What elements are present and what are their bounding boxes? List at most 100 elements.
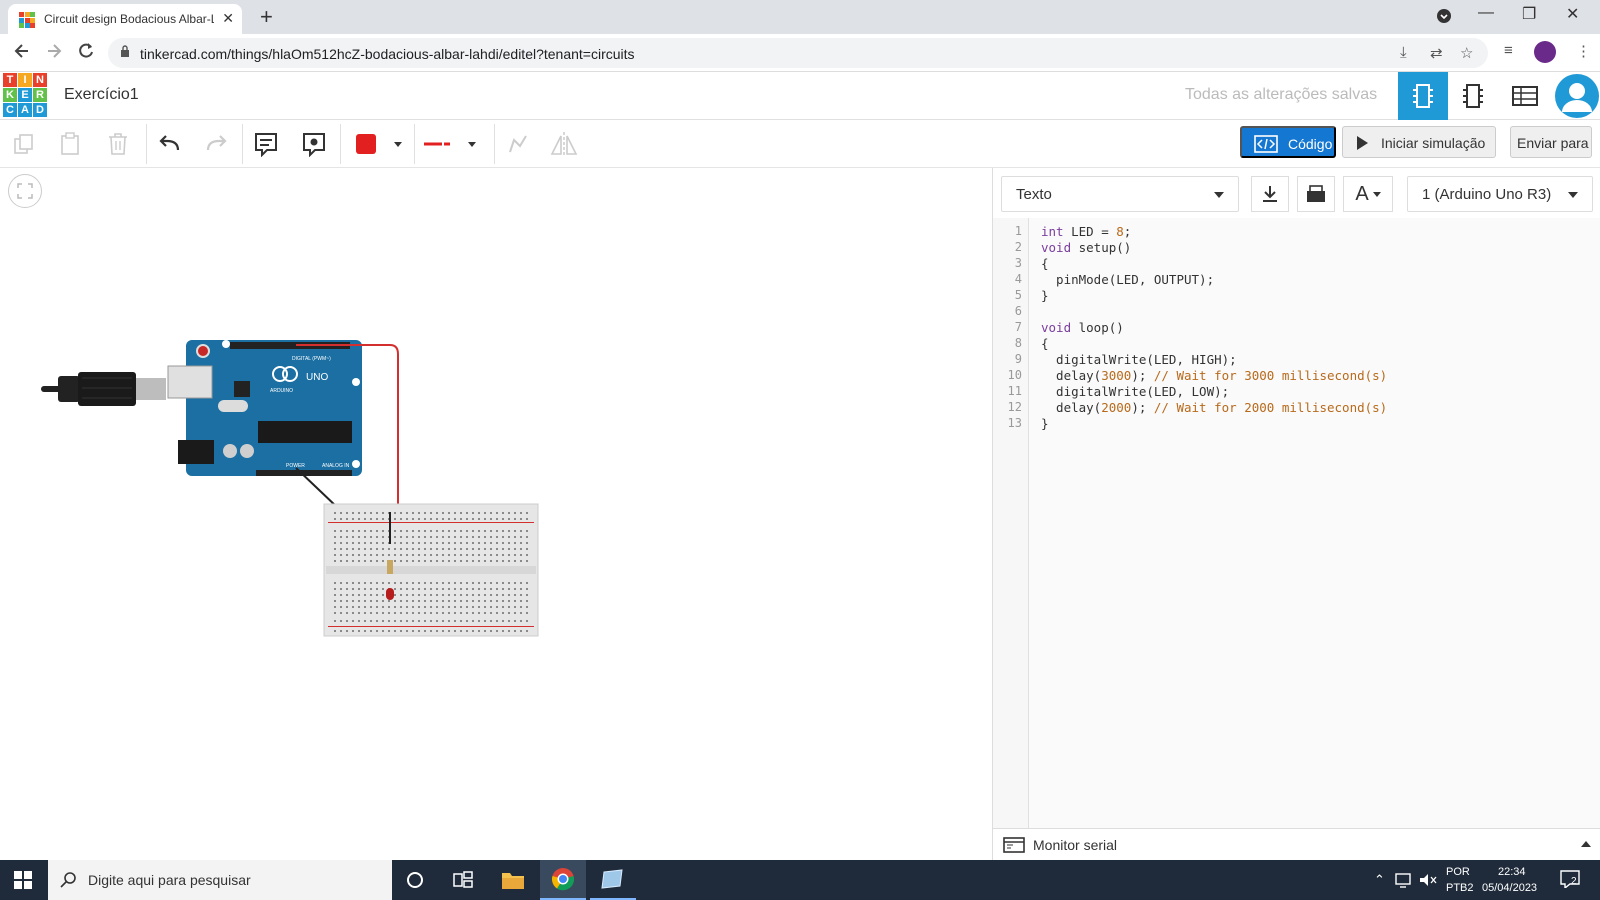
task-view-icon xyxy=(453,871,473,888)
clock-time[interactable]: 22:34 xyxy=(1498,866,1526,878)
windows-start-button[interactable] xyxy=(0,860,46,900)
cortana-button[interactable] xyxy=(392,860,438,900)
project-title[interactable]: Exercício1 xyxy=(64,86,139,104)
device-select[interactable]: 1 (Arduino Uno R3) xyxy=(1407,176,1593,212)
restore-icon[interactable]: ❐ xyxy=(1522,4,1536,24)
chevron-up-icon[interactable]: ⌃ xyxy=(1374,872,1385,888)
circuit-drawing: UNO ARDUINO DIGITAL (PWM~) POWER ANALOG … xyxy=(41,340,539,637)
circuit-view-button[interactable] xyxy=(1398,72,1448,120)
url-text: tinkercad.com/things/hlaOm512hcZ-bodacio… xyxy=(140,46,635,62)
rotate-icon xyxy=(509,135,527,153)
browser-navbar: tinkercad.com/things/hlaOm512hcZ-bodacio… xyxy=(0,34,1600,72)
code-token: pinMode(LED, OUTPUT); xyxy=(1041,272,1215,287)
schematic-view-button[interactable] xyxy=(1448,72,1498,120)
user-icon xyxy=(1555,74,1599,118)
line-number-gutter: 1 2 3 4 5 6 7 8 9 10 11 12 13 xyxy=(993,218,1029,828)
clock-date[interactable]: 05/04/2023 xyxy=(1482,882,1537,894)
redo-icon xyxy=(206,135,227,151)
note-icon xyxy=(255,133,277,157)
code-line: digitalWrite(LED, LOW); xyxy=(1041,384,1229,399)
arduino-uno-board[interactable]: UNO ARDUINO DIGITAL (PWM~) POWER ANALOG … xyxy=(167,340,362,476)
color-picker[interactable] xyxy=(352,132,406,156)
chrome-button[interactable] xyxy=(540,860,586,900)
language-indicator-top[interactable]: POR xyxy=(1446,866,1470,878)
circuit-canvas[interactable]: UNO ARDUINO DIGITAL (PWM~) POWER ANALOG … xyxy=(0,168,992,860)
start-simulation-button[interactable]: Iniciar simulação xyxy=(1342,126,1496,158)
profile-avatar[interactable] xyxy=(1534,41,1556,63)
bookmark-star-icon[interactable]: ☆ xyxy=(1460,44,1473,62)
led[interactable] xyxy=(386,588,394,600)
code-editor[interactable]: 1 2 3 4 5 6 7 8 9 10 11 12 13 int LED = 8; void setup… xyxy=(993,218,1600,828)
app-header: T I N K E R C A D Exercício1 Todas as al… xyxy=(0,72,1600,120)
notifications-button[interactable]: 2 xyxy=(1560,870,1580,893)
file-explorer-button[interactable] xyxy=(490,860,536,900)
chevron-down-icon xyxy=(394,142,402,147)
network-icon[interactable] xyxy=(1394,872,1414,888)
undo-button[interactable] xyxy=(154,128,186,160)
copy-button[interactable] xyxy=(8,128,40,160)
code-token: } xyxy=(1041,288,1049,303)
code-mode-select[interactable]: Texto xyxy=(1001,176,1239,212)
tab-search-icon[interactable] xyxy=(1436,8,1452,29)
tab-close-icon[interactable]: ✕ xyxy=(222,10,234,27)
line-number: 5 xyxy=(1014,288,1022,302)
delete-button[interactable] xyxy=(102,128,134,160)
line-number: 7 xyxy=(1014,320,1022,334)
install-icon[interactable]: ⤓ xyxy=(1400,44,1407,61)
code-line: delay(3000); // Wait for 3000 millisecon… xyxy=(1041,368,1387,383)
resistor[interactable] xyxy=(387,560,393,574)
usb-cable[interactable] xyxy=(41,372,166,406)
code-token: void xyxy=(1041,320,1072,335)
code-button[interactable]: Código xyxy=(1240,126,1336,158)
chevron-down-icon xyxy=(468,142,476,147)
font-size-button[interactable]: A xyxy=(1343,176,1393,212)
breadboard[interactable] xyxy=(323,503,539,637)
schematic-icon xyxy=(1463,84,1483,108)
back-icon[interactable] xyxy=(12,41,32,66)
volume-muted-icon[interactable] xyxy=(1418,872,1438,888)
analog-pins-label: ANALOG IN xyxy=(322,463,350,469)
taskbar-search-box[interactable]: Digite aqui para pesquisar xyxy=(48,860,392,900)
copy-icon xyxy=(14,134,33,154)
task-view-button[interactable] xyxy=(440,860,486,900)
address-bar[interactable]: tinkercad.com/things/hlaOm512hcZ-bodacio… xyxy=(108,38,1488,68)
code-token: // Wait for 2000 millisecond(s) xyxy=(1153,400,1388,415)
translate-icon[interactable]: ⇄ xyxy=(1430,44,1443,62)
download-icon xyxy=(1263,186,1277,202)
minimize-icon[interactable]: — xyxy=(1478,4,1494,22)
language-indicator-bottom[interactable]: PTB2 xyxy=(1446,882,1474,894)
flip-button[interactable] xyxy=(548,128,580,160)
window-close-icon[interactable]: ✕ xyxy=(1566,4,1579,24)
wire-type-picker[interactable] xyxy=(420,132,486,156)
code-token: { xyxy=(1041,336,1049,351)
user-avatar[interactable] xyxy=(1552,72,1600,120)
paste-button[interactable] xyxy=(54,128,86,160)
code-line: { xyxy=(1041,256,1049,271)
new-tab-icon[interactable]: + xyxy=(260,4,273,30)
send-to-button[interactable]: Enviar para xyxy=(1510,126,1592,158)
component-list-button[interactable] xyxy=(1500,72,1550,120)
tinkercad-logo[interactable]: T I N K E R C A D xyxy=(3,73,47,117)
notification-icon xyxy=(1560,870,1580,890)
media-icon[interactable]: ≡ xyxy=(1504,42,1513,59)
notes-button[interactable] xyxy=(250,128,282,160)
windows-taskbar: Digite aqui para pesquisar ⌃ POR PTB2 22… xyxy=(0,860,1600,900)
logo-letter: N xyxy=(33,73,47,87)
rotate-button[interactable] xyxy=(502,128,534,160)
redo-button[interactable] xyxy=(200,128,232,160)
browser-menu-icon[interactable]: ⋮ xyxy=(1576,42,1591,60)
forward-icon[interactable] xyxy=(44,41,64,66)
notes-visibility-button[interactable] xyxy=(298,128,330,160)
code-mode-label: Texto xyxy=(1016,186,1052,203)
reload-icon[interactable] xyxy=(76,41,96,66)
save-status: Todas as alterações salvas xyxy=(1185,86,1378,103)
app-button[interactable] xyxy=(590,860,636,900)
chevron-up-icon[interactable] xyxy=(1581,841,1591,847)
browser-tab[interactable]: Circuit design Bodacious Albar-L ✕ xyxy=(8,4,242,34)
code-token: { xyxy=(1041,256,1049,271)
download-code-button[interactable] xyxy=(1251,176,1289,212)
library-button[interactable] xyxy=(1297,176,1335,212)
chrome-icon xyxy=(551,868,575,891)
serial-monitor-bar[interactable]: Monitor serial xyxy=(993,828,1600,860)
chevron-down-icon xyxy=(1214,192,1224,198)
